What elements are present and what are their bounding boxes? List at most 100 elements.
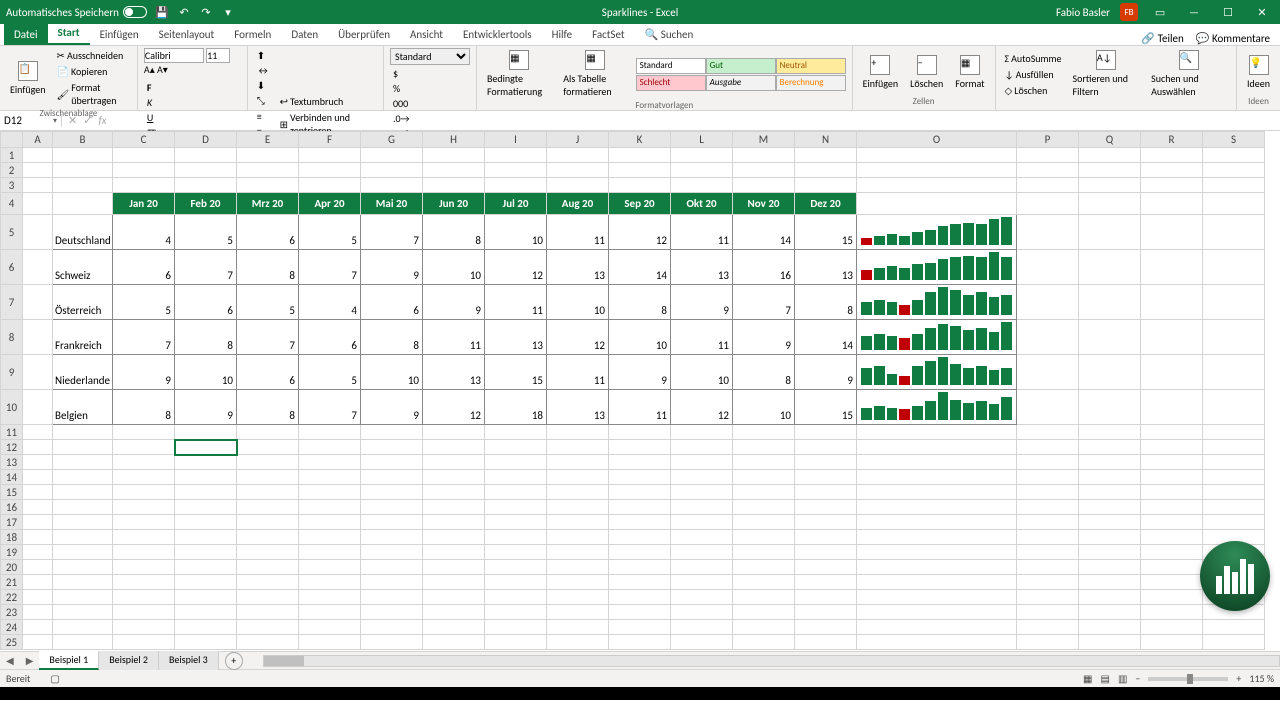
tab-insert[interactable]: Einfügen <box>90 24 149 45</box>
sort-filter-button[interactable]: A↓Sortieren und Filtern <box>1069 48 1144 100</box>
row-header-8[interactable]: 8 <box>1 320 23 355</box>
column-header-A[interactable]: A <box>23 132 53 148</box>
row-header-17[interactable]: 17 <box>1 515 23 530</box>
row-header-20[interactable]: 20 <box>1 560 23 575</box>
qat-more-icon[interactable]: ▾ <box>221 5 235 19</box>
row-header-24[interactable]: 24 <box>1 620 23 635</box>
tab-view[interactable]: Ansicht <box>400 24 453 45</box>
row-header-16[interactable]: 16 <box>1 500 23 515</box>
share-button[interactable]: 🔗 Teilen <box>1141 32 1183 45</box>
column-header-P[interactable]: P <box>1017 132 1079 148</box>
fill-button[interactable]: ↓ Ausfüllen <box>1002 67 1065 82</box>
font-name-select[interactable] <box>144 48 204 63</box>
align-left-icon[interactable]: ≡ <box>254 109 273 124</box>
decrease-font-icon[interactable]: A▾ <box>157 63 168 76</box>
save-icon[interactable]: 💾 <box>155 5 169 19</box>
underline-button[interactable]: U <box>144 110 241 125</box>
column-header-M[interactable]: M <box>733 132 795 148</box>
row-header-4[interactable]: 4 <box>1 193 23 215</box>
orientation-icon[interactable]: ⤡ <box>254 93 273 108</box>
row-header-9[interactable]: 9 <box>1 355 23 390</box>
ideas-button[interactable]: 💡Ideen <box>1243 53 1274 92</box>
fx-icon[interactable]: fx <box>98 114 106 127</box>
paste-button[interactable]: 📋Einfügen <box>6 59 50 98</box>
column-header-H[interactable]: H <box>423 132 485 148</box>
insert-cells-button[interactable]: +Einfügen <box>859 53 903 92</box>
row-header-2[interactable]: 2 <box>1 163 23 178</box>
format-painter-button[interactable]: 🖌 Format übertragen <box>54 80 131 108</box>
tab-pagelayout[interactable]: Seitenlayout <box>149 24 225 45</box>
row-header-21[interactable]: 21 <box>1 575 23 590</box>
align-middle-icon[interactable]: ↔ <box>254 63 273 78</box>
column-header-E[interactable]: E <box>237 132 299 148</box>
wrap-text-button[interactable]: ↩ Textumbruch <box>277 94 377 109</box>
tab-formulas[interactable]: Formeln <box>224 24 281 45</box>
tab-data[interactable]: Daten <box>281 24 328 45</box>
style-neutral[interactable]: Neutral <box>776 58 846 74</box>
column-header-S[interactable]: S <box>1203 132 1265 148</box>
search-box[interactable]: 🔍 Suchen <box>635 24 704 45</box>
column-header-F[interactable]: F <box>299 132 361 148</box>
tab-help[interactable]: Hilfe <box>542 24 582 45</box>
zoom-level[interactable]: 115 % <box>1249 672 1274 685</box>
tab-factset[interactable]: FactSet <box>582 24 635 45</box>
selected-cell[interactable] <box>175 440 237 455</box>
maximize-icon[interactable]: ☐ <box>1216 6 1240 19</box>
column-header-O[interactable]: O <box>857 132 1017 148</box>
tab-start[interactable]: Start <box>48 22 90 45</box>
conditional-formatting-button[interactable]: ▦Bedingte Formatierung <box>483 48 555 100</box>
ribbon-display-icon[interactable]: ▭ <box>1148 6 1172 19</box>
zoom-in-icon[interactable]: + <box>1236 672 1241 685</box>
column-header-K[interactable]: K <box>609 132 671 148</box>
row-header-11[interactable]: 11 <box>1 425 23 440</box>
bold-button[interactable]: F <box>144 80 241 95</box>
tab-file[interactable]: Datei <box>4 24 48 45</box>
view-pagelayout-icon[interactable]: ▤ <box>1101 672 1110 685</box>
row-header-12[interactable]: 12 <box>1 440 23 455</box>
italic-button[interactable]: K <box>144 95 241 110</box>
sheet-tab-2[interactable]: Beispiel 3 <box>159 651 219 670</box>
number-format-select[interactable]: Standard <box>390 48 470 65</box>
close-icon[interactable]: ✕ <box>1250 6 1274 19</box>
style-gut[interactable]: Gut <box>706 58 776 74</box>
user-avatar[interactable]: FB <box>1120 3 1138 21</box>
autosum-button[interactable]: Σ AutoSumme <box>1002 51 1065 66</box>
style-schlecht[interactable]: Schlecht <box>636 75 706 91</box>
increase-decimal-icon[interactable]: .0→ <box>390 111 470 126</box>
style-berechnung[interactable]: Berechnung <box>776 75 846 91</box>
row-header-10[interactable]: 10 <box>1 390 23 425</box>
currency-icon[interactable]: $ <box>390 66 470 81</box>
delete-cells-button[interactable]: −Löschen <box>906 53 947 92</box>
view-normal-icon[interactable]: ▦ <box>1083 672 1092 685</box>
column-header-J[interactable]: J <box>547 132 609 148</box>
row-header-1[interactable]: 1 <box>1 148 23 163</box>
user-name[interactable]: Fabio Basler <box>1056 6 1110 19</box>
format-as-table-button[interactable]: ▦Als Tabelle formatieren <box>559 48 631 100</box>
sheet-tab-1[interactable]: Beispiel 2 <box>99 651 159 670</box>
column-header-G[interactable]: G <box>361 132 423 148</box>
minimize-icon[interactable]: — <box>1182 6 1206 19</box>
redo-icon[interactable]: ↷ <box>199 5 213 19</box>
align-bottom-icon[interactable]: ⬇ <box>254 78 273 93</box>
font-size-select[interactable] <box>206 48 230 63</box>
sheet-nav-prev-icon[interactable]: ◀ <box>0 654 20 667</box>
tab-review[interactable]: Überprüfen <box>328 24 400 45</box>
increase-font-icon[interactable]: A▴ <box>144 63 155 76</box>
row-header-15[interactable]: 15 <box>1 485 23 500</box>
macro-record-icon[interactable]: ▢ <box>50 672 59 685</box>
align-top-icon[interactable]: ⬆ <box>254 48 273 63</box>
column-header-R[interactable]: R <box>1141 132 1203 148</box>
column-header-L[interactable]: L <box>671 132 733 148</box>
comments-button[interactable]: 💬 Kommentare <box>1196 32 1270 45</box>
row-header-18[interactable]: 18 <box>1 530 23 545</box>
select-all-corner[interactable] <box>1 132 23 148</box>
row-header-6[interactable]: 6 <box>1 250 23 285</box>
row-header-22[interactable]: 22 <box>1 590 23 605</box>
column-header-C[interactable]: C <box>113 132 175 148</box>
column-header-D[interactable]: D <box>175 132 237 148</box>
percent-icon[interactable]: % <box>390 81 470 96</box>
tab-developer[interactable]: Entwicklertools <box>453 24 542 45</box>
cancel-formula-icon[interactable]: ✕ <box>68 114 77 127</box>
format-cells-button[interactable]: ▦Format <box>951 53 988 92</box>
sheet-nav-next-icon[interactable]: ▶ <box>20 654 40 667</box>
